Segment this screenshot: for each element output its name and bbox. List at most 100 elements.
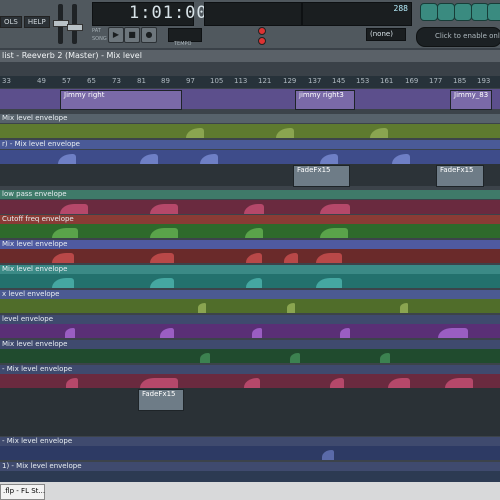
envelope-label: low pass envelope <box>2 190 67 198</box>
envelope-lane[interactable] <box>0 324 500 338</box>
envelope-header[interactable]: - Mix level envelope <box>0 365 500 374</box>
ruler-number: 185 <box>453 77 467 85</box>
envelope-header[interactable]: Mix level envelope <box>0 114 500 123</box>
mixer-window-button[interactable] <box>487 3 500 21</box>
online-hint[interactable]: Click to enable online <box>416 27 500 47</box>
ruler-number: 129 <box>283 77 297 85</box>
envelope-lane[interactable] <box>0 249 500 263</box>
audio-clip[interactable]: FadeFx15 <box>293 165 350 187</box>
snap-option-icon[interactable] <box>258 27 266 35</box>
pat-label: PAT <box>92 28 101 34</box>
envelope-label: - Mix level envelope <box>2 437 73 445</box>
envelope-lane[interactable] <box>0 200 500 214</box>
clip-label: jimmy right3 <box>299 91 344 99</box>
envelope-lane[interactable] <box>0 150 500 164</box>
envelope-header[interactable]: Cutoff freq envelope <box>0 215 500 224</box>
envelope-label: Mix level envelope <box>2 265 68 273</box>
menu-tools[interactable]: OLS <box>0 16 22 28</box>
ruler-number: 169 <box>405 77 419 85</box>
ruler-number: 81 <box>137 77 146 85</box>
audio-clip[interactable]: jimmy right3 <box>295 90 355 110</box>
envelope-lane[interactable] <box>0 374 500 388</box>
ruler-number: 137 <box>308 77 322 85</box>
envelope-lane[interactable] <box>0 471 500 482</box>
ruler-number: 193 <box>477 77 491 85</box>
ruler-number: 97 <box>186 77 195 85</box>
envelope-lane[interactable] <box>0 224 500 238</box>
audio-track-lane[interactable] <box>0 388 500 436</box>
menu-bar: OLS HELP <box>0 16 50 28</box>
audio-clip[interactable]: Jimmy_83 <box>450 90 492 110</box>
master-volume-slider[interactable] <box>53 4 69 44</box>
ruler-number: 121 <box>258 77 272 85</box>
envelope-label: 1) - Mix level envelope <box>2 462 82 470</box>
audio-clip[interactable]: FadeFx15 <box>138 389 184 411</box>
envelope-label: Mix level envelope <box>2 240 68 248</box>
pattern-display[interactable] <box>204 2 302 26</box>
ruler-number: 113 <box>234 77 248 85</box>
envelope-label: level envelope <box>2 315 54 323</box>
ruler-number: 145 <box>332 77 346 85</box>
envelope-lane[interactable] <box>0 349 500 363</box>
ruler-number: 105 <box>210 77 224 85</box>
taskbar: .flp - FL St... <box>0 482 500 500</box>
main-toolbar: OLS HELP 1:01:000 ▶ ■ ● PAT SONG TEMPO (… <box>0 0 500 48</box>
master-pitch-slider[interactable] <box>67 4 83 44</box>
envelope-label: Cutoff freq envelope <box>2 215 74 223</box>
step-seq-window-button[interactable] <box>437 3 455 21</box>
clip-label: FadeFx15 <box>440 166 474 174</box>
audio-clip[interactable]: Jimmy right <box>60 90 182 110</box>
snap-select[interactable]: (none) <box>366 28 406 41</box>
envelope-label: - Mix level envelope <box>2 365 73 373</box>
envelope-header[interactable]: Mix level envelope <box>0 265 500 274</box>
envelope-label: Mix level envelope <box>2 114 68 122</box>
envelope-header[interactable]: r) - Mix level envelope <box>0 140 500 149</box>
envelope-header[interactable]: level envelope <box>0 315 500 324</box>
envelope-lane[interactable] <box>0 299 500 313</box>
audio-clip[interactable]: FadeFx15 <box>436 165 484 187</box>
playlist-window-button[interactable] <box>420 3 438 21</box>
envelope-header[interactable]: Mix level envelope <box>0 240 500 249</box>
record-button[interactable]: ● <box>141 27 157 43</box>
piano-roll-window-button[interactable] <box>454 3 472 21</box>
envelope-label: r) - Mix level envelope <box>2 140 80 148</box>
taskbar-flstudio-button[interactable]: .flp - FL St... <box>0 484 45 500</box>
envelope-lane[interactable] <box>0 446 500 460</box>
tempo-label: TEMPO <box>174 41 192 47</box>
play-button[interactable]: ▶ <box>108 27 124 43</box>
envelope-label: Mix level envelope <box>2 340 68 348</box>
envelope-label: x level envelope <box>2 290 60 298</box>
bpm-value: 288 <box>393 4 408 13</box>
ruler-number: 177 <box>429 77 443 85</box>
loop-option-icon[interactable] <box>258 37 266 45</box>
envelope-lane[interactable] <box>0 274 500 288</box>
ruler-number: 153 <box>356 77 370 85</box>
online-hint-text: Click to enable online <box>435 32 500 40</box>
clip-label: Jimmy_83 <box>454 91 489 99</box>
clip-label: FadeFx15 <box>297 166 331 174</box>
envelope-header[interactable]: 1) - Mix level envelope <box>0 462 500 471</box>
ruler-number: 33 <box>2 77 11 85</box>
taskbar-label: .flp - FL St... <box>3 487 46 495</box>
envelope-lane[interactable] <box>0 124 500 138</box>
envelope-header[interactable]: - Mix level envelope <box>0 437 500 446</box>
envelope-header[interactable]: low pass envelope <box>0 190 500 199</box>
menu-help[interactable]: HELP <box>23 16 50 28</box>
envelope-header[interactable]: Mix level envelope <box>0 340 500 349</box>
time-ruler[interactable]: 33 49 57 65 73 81 89 97 105 113 121 129 … <box>0 76 500 88</box>
stop-button[interactable]: ■ <box>124 27 140 43</box>
ruler-number: 73 <box>112 77 121 85</box>
time-display: 1:01:000 <box>92 2 218 26</box>
tempo-display[interactable] <box>168 28 202 42</box>
audio-track-lane[interactable] <box>0 164 500 186</box>
ruler-number: 57 <box>62 77 71 85</box>
playlist-title-bar: list - Reeverb 2 (Master) - Mix level <box>0 50 500 62</box>
ruler-number: 49 <box>37 77 46 85</box>
ruler-number: 89 <box>161 77 170 85</box>
snap-value: (none) <box>370 30 393 38</box>
clip-label: FadeFx15 <box>142 390 176 398</box>
clip-label: Jimmy right <box>64 91 105 99</box>
envelope-header[interactable]: x level envelope <box>0 290 500 299</box>
ruler-number: 161 <box>380 77 394 85</box>
song-label: SONG <box>92 36 107 42</box>
